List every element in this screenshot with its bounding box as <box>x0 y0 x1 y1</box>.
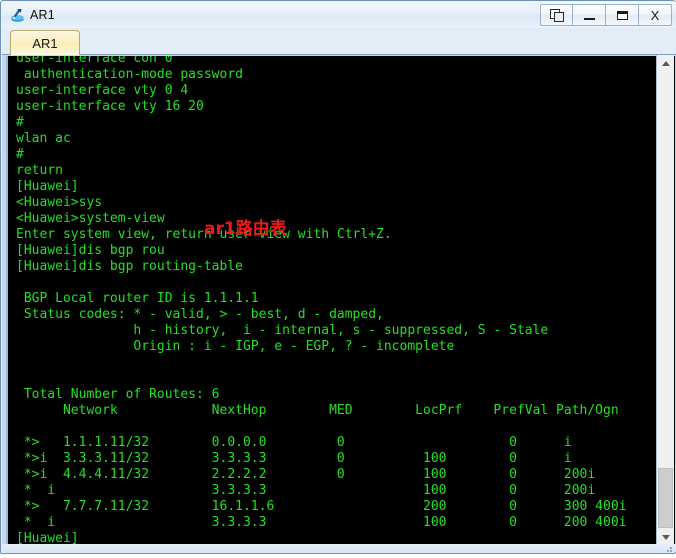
title-bar: AR1 X <box>2 2 676 28</box>
minimize-button[interactable] <box>573 4 606 26</box>
tab-strip: AR1 <box>2 28 676 55</box>
router-icon <box>9 7 26 24</box>
terminal-screen[interactable]: user-interface con 0 authentication-mode… <box>6 56 675 545</box>
window-title: AR1 <box>30 8 55 22</box>
cascade-windows-icon <box>549 8 564 22</box>
window-controls: X <box>540 4 672 26</box>
scroll-up-icon <box>661 61 670 66</box>
window-bottom-strip <box>2 544 676 552</box>
scrollbar-thumb[interactable] <box>658 468 673 528</box>
minimize-icon <box>583 17 595 20</box>
resize-grip-icon[interactable] <box>663 540 673 552</box>
tab-ar1-label: AR1 <box>32 35 58 51</box>
scroll-up-button[interactable] <box>657 55 674 72</box>
close-button[interactable]: X <box>639 4 672 26</box>
maximize-button[interactable] <box>606 4 639 26</box>
maximize-icon <box>616 10 628 20</box>
annotation-label: ar1路由表 <box>204 219 287 239</box>
terminal-scrollbar[interactable] <box>656 55 674 546</box>
tab-ar1[interactable]: AR1 <box>10 30 80 55</box>
close-icon: X <box>650 7 660 23</box>
terminal-panel: user-interface con 0 authentication-mode… <box>2 55 676 546</box>
cascade-button[interactable] <box>540 4 573 26</box>
ar1-console-window: AR1 X AR1 user-interface con 0 authentic… <box>0 0 676 554</box>
terminal-output: user-interface con 0 authentication-mode… <box>16 56 627 545</box>
